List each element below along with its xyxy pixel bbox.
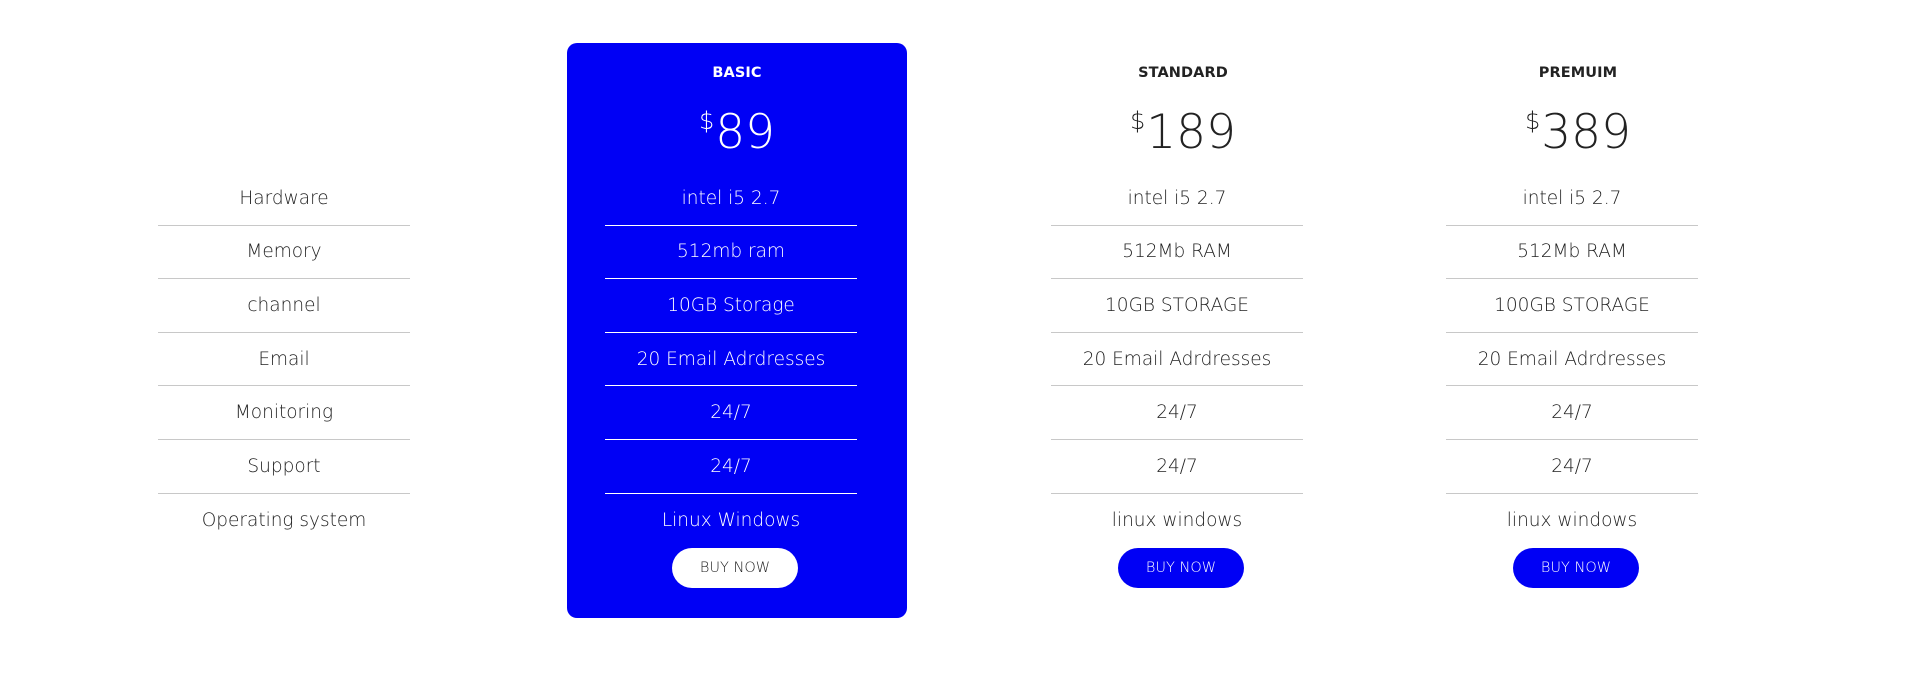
buy-now-button-standard[interactable]: BUY NOW [1118,548,1244,588]
currency-symbol: $ [698,107,715,135]
feature-label-channel: channel [158,279,410,333]
plan-name: STANDARD [1138,65,1228,81]
plan-price: $89 [567,109,907,156]
plan-feature-list: intel i5 2.7 512mb ram 10GB Storage 20 E… [605,172,857,547]
plan-feature-list: intel i5 2.7 512Mb RAM 100GB STORAGE 20 … [1446,172,1698,547]
plan-value-monitoring: 24/7 [1446,386,1698,440]
price-amount: 89 [715,105,776,160]
plan-value-memory: 512Mb RAM [1446,226,1698,280]
plan-value-support: 24/7 [1446,440,1698,494]
plan-value-operating-system: linux windows [1111,509,1243,531]
plan-value-operating-system: Linux Windows [661,509,801,531]
feature-labels-column: Hardware Memory channel Email Monitoring… [158,172,410,547]
plan-price: $189 [1013,109,1353,156]
feature-label-support: Support [158,440,410,494]
price-amount: 189 [1146,105,1236,160]
plan-card-basic: BASIC $89 intel i5 2.7 512mb ram 10GB St… [567,43,907,618]
plan-card-standard: STANDARD $189 intel i5 2.7 512Mb RAM 10G… [1013,43,1353,618]
feature-label-email: Email [158,333,410,387]
price-amount: 389 [1541,105,1631,160]
feature-label-monitoring: Monitoring [158,386,410,440]
plan-value-support: 24/7 [1051,440,1303,494]
plan-value-hardware: intel i5 2.7 [1051,172,1303,226]
currency-symbol: $ [1130,107,1146,135]
plan-value-support: 24/7 [605,440,857,494]
feature-label-memory: Memory [158,226,410,280]
plan-feature-list: intel i5 2.7 512Mb RAM 10GB STORAGE 20 E… [1051,172,1303,547]
plan-value-channel: 100GB STORAGE [1446,279,1698,333]
plan-value-operating-system: linux windows [1506,509,1638,531]
buy-now-button-basic[interactable]: BUY NOW [672,548,798,588]
feature-label-operating-system: Operating system [201,509,367,531]
plan-value-monitoring: 24/7 [1051,386,1303,440]
plan-value-hardware: intel i5 2.7 [605,172,857,226]
plan-value-monitoring: 24/7 [605,386,857,440]
currency-symbol: $ [1525,107,1541,135]
feature-label-hardware: Hardware [158,172,410,226]
plan-value-memory: 512Mb RAM [1051,226,1303,280]
plan-value-channel: 10GB STORAGE [1051,279,1303,333]
plan-value-email: 20 Email Adrdresses [1446,333,1698,387]
plan-value-hardware: intel i5 2.7 [1446,172,1698,226]
plan-price: $389 [1408,109,1748,156]
plan-value-memory: 512mb ram [605,226,857,280]
plan-value-channel: 10GB Storage [605,279,857,333]
plan-name: BASIC [712,65,762,81]
buy-now-button-premium[interactable]: BUY NOW [1513,548,1639,588]
plan-value-email: 20 Email Adrdresses [605,333,857,387]
plan-name: PREMUIM [1538,65,1618,81]
plan-value-email: 20 Email Adrdresses [1051,333,1303,387]
plan-card-premium: PREMUIM $389 intel i5 2.7 512Mb RAM 100G… [1408,43,1748,618]
